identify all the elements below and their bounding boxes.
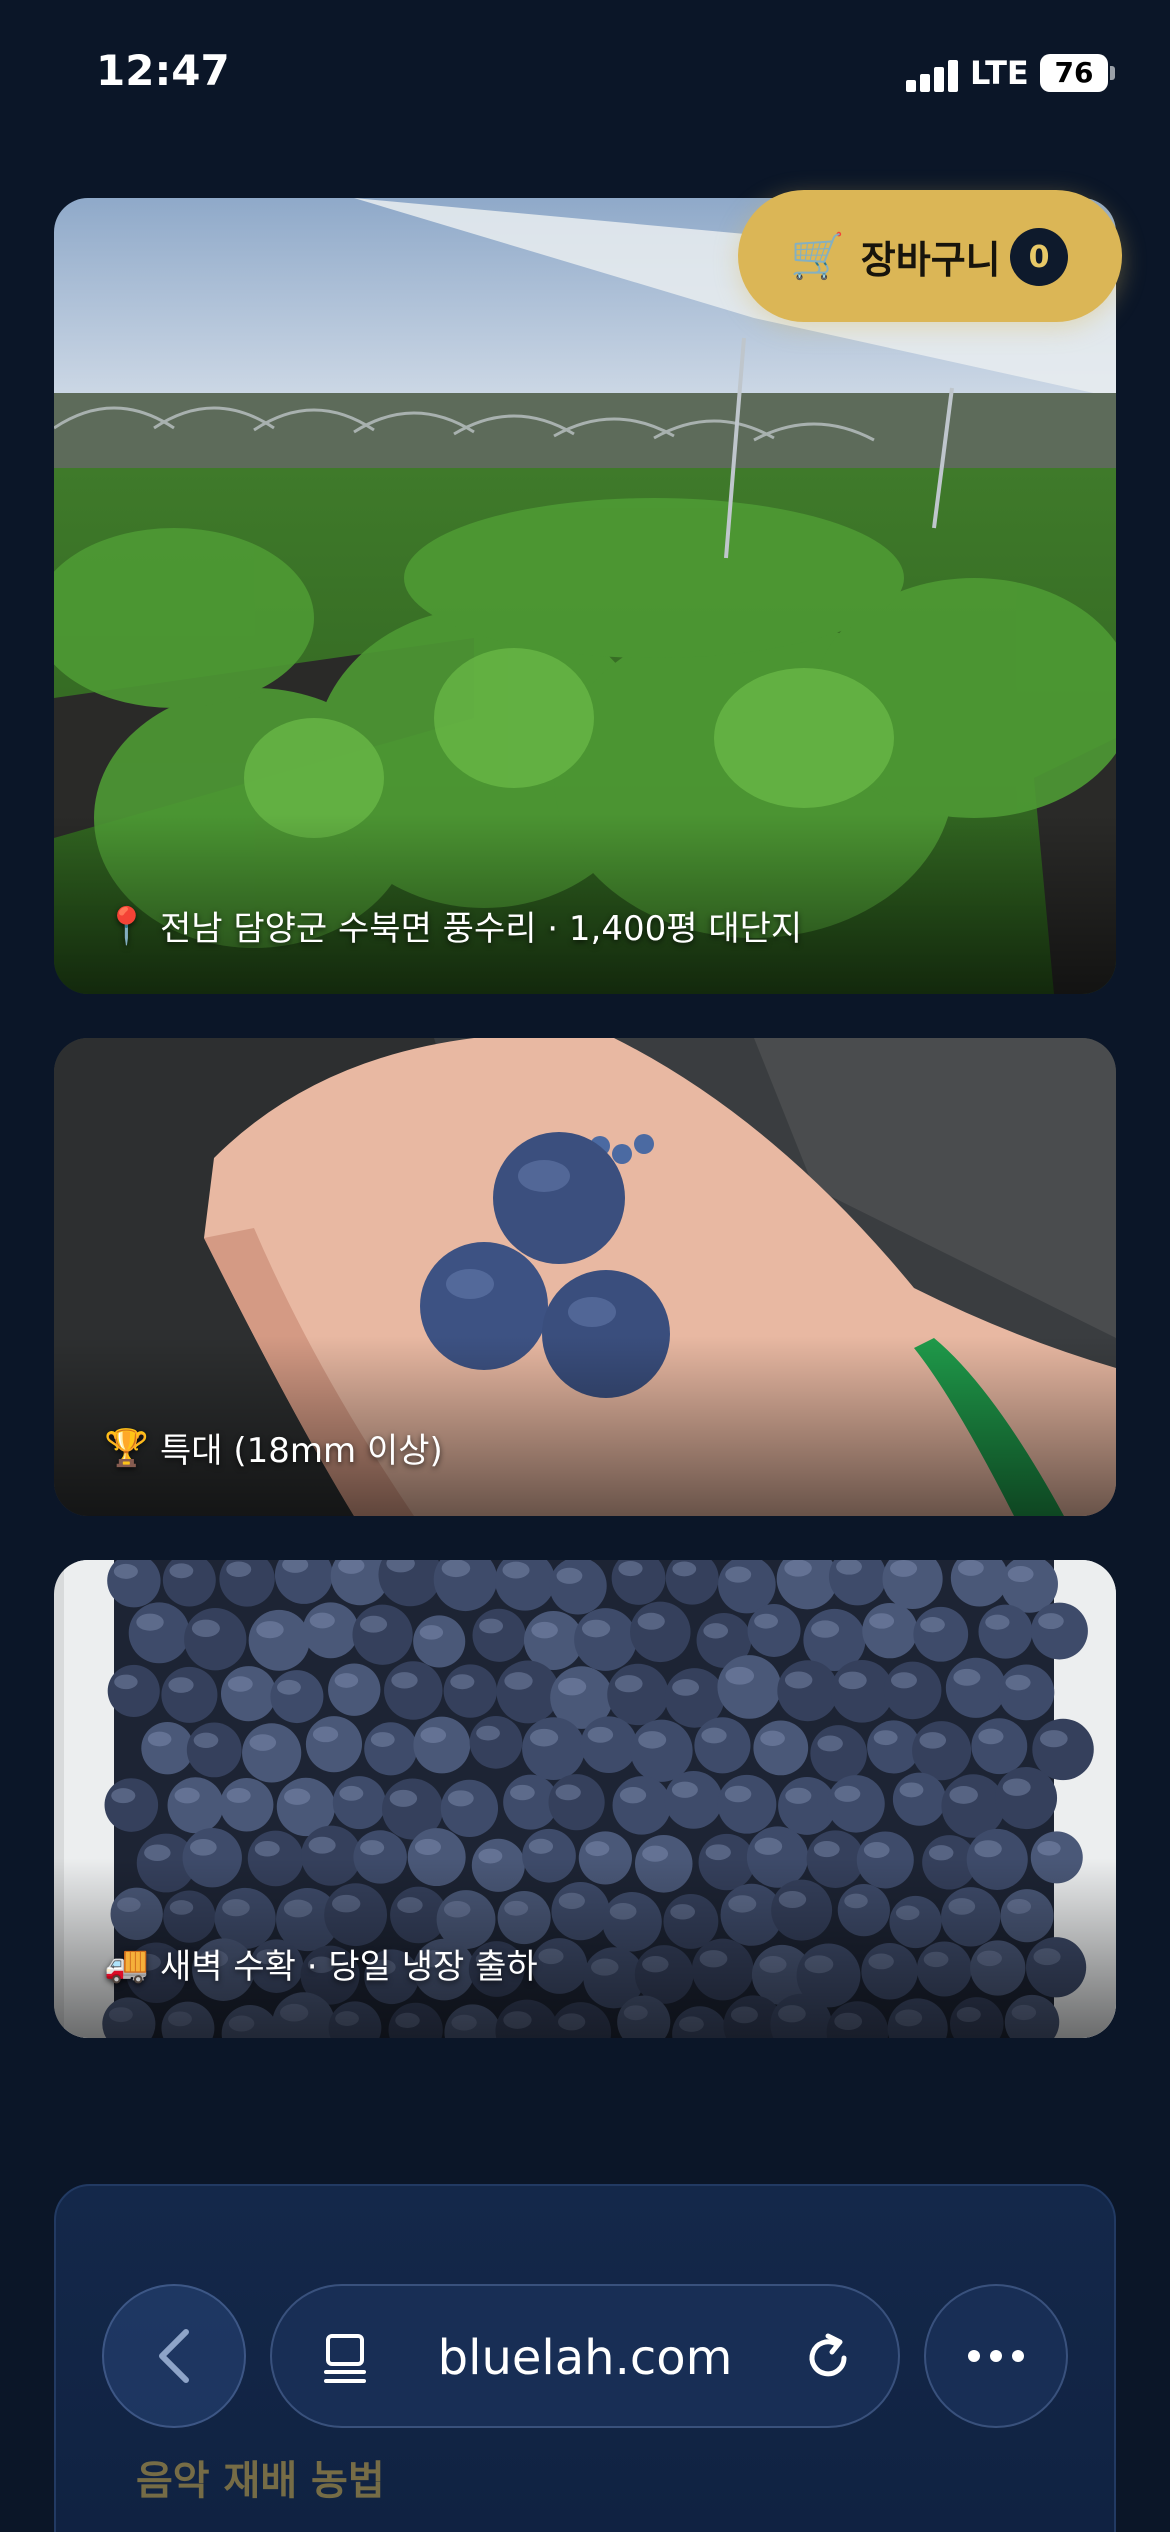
cart-button[interactable]: 🛒 장바구니 0 [738,190,1122,322]
status-bar: 12:47 LTE 76 [0,0,1170,150]
trophy-icon: 🏆 [104,1427,149,1469]
more-icon-dot [990,2350,1002,2362]
caption-text: 새벽 수확 · 당일 냉장 출하 [160,1947,538,1987]
cart-count-badge: 0 [1010,228,1068,286]
caption-harvest: 🚚 새벽 수확 · 당일 냉장 출하 [104,1939,538,1988]
address-bar[interactable]: bluelah.com [270,2284,900,2428]
more-button[interactable] [924,2284,1068,2428]
more-icon-dot [968,2350,980,2362]
caption-farm: 📍 전남 담양군 수북면 풍수리 · 1,400평 대단지 [104,901,802,950]
truck-icon: 🚚 [104,1943,149,1985]
signal-icon [906,58,960,92]
status-time: 12:47 [96,46,230,95]
battery-icon: 76 [1040,54,1108,92]
back-button[interactable] [102,2284,246,2428]
more-icon-dot [1012,2350,1024,2362]
gallery-card-harvest: 🚚 새벽 수확 · 당일 냉장 출하 [54,1560,1116,2038]
pin-icon: 📍 [104,905,149,947]
gallery-card-size: 🏆 특대 (18mm 이상) [54,1038,1116,1516]
cart-label: 장바구니 [860,237,1001,282]
caption-size: 🏆 특대 (18mm 이상) [104,1423,443,1472]
chevron-left-icon [159,2329,189,2383]
battery-tip [1110,66,1115,80]
cart-icon: 🛒 [790,231,845,282]
caption-text: 전남 담양군 수북면 풍수리 · 1,400평 대단지 [160,909,803,949]
reload-icon[interactable] [798,2328,858,2388]
info-card-title: 음악 재배 농법 [136,2458,385,2504]
page: 12:47 LTE 76 📍 전남 담양군 수북면 풍수리 · 1,400평 대… [0,0,1170,2532]
network-label: LTE [970,54,1029,92]
caption-text: 특대 (18mm 이상) [160,1431,443,1471]
